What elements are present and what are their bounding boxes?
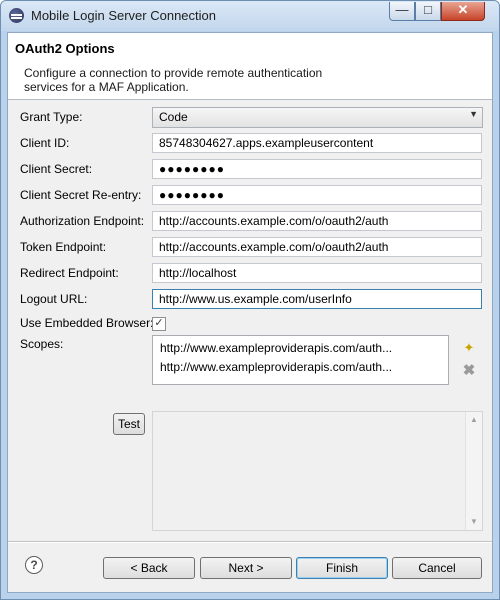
test-output-area[interactable]: ▲ ▼ [152, 411, 483, 531]
embedded-browser-label: Use Embedded Browser: [20, 316, 154, 330]
add-scope-icon[interactable]: ✦ [462, 341, 476, 355]
finish-button[interactable]: Finish [296, 557, 388, 579]
next-button[interactable]: Next > [200, 557, 292, 579]
cancel-button[interactable]: Cancel [392, 557, 482, 579]
scroll-up-icon[interactable]: ▲ [466, 413, 482, 427]
token-endpoint-input[interactable]: http://accounts.example.com/o/oauth2/aut… [152, 237, 482, 257]
wizard-header: OAuth2 Options Configure a connection to… [8, 33, 492, 100]
back-button[interactable]: < Back [103, 557, 195, 579]
page-description: Configure a connection to provide remote… [24, 66, 323, 94]
client-id-input[interactable]: 85748304627.apps.exampleusercontent [152, 133, 482, 153]
client-id-label: Client ID: [20, 136, 70, 150]
redirect-endpoint-input[interactable]: http://localhost [152, 263, 482, 283]
client-secret-reentry-label: Client Secret Re-entry: [20, 188, 142, 202]
close-button[interactable]: ✕ [441, 2, 485, 21]
scopes-label: Scopes: [20, 337, 64, 351]
footer-divider [8, 541, 492, 543]
grant-type-select[interactable]: Code ▼ [152, 107, 483, 128]
token-endpoint-label: Token Endpoint: [20, 240, 107, 254]
help-icon[interactable]: ? [25, 556, 43, 574]
logout-url-input[interactable]: http://www.us.example.com/userInfo [152, 289, 482, 309]
client-secret-label: Client Secret: [20, 162, 93, 176]
window-title: Mobile Login Server Connection [31, 8, 216, 23]
maximize-button[interactable]: □ [415, 2, 441, 21]
test-output-scrollbar[interactable]: ▲ ▼ [465, 412, 482, 530]
chevron-down-icon: ▼ [469, 109, 478, 119]
redirect-endpoint-label: Redirect Endpoint: [20, 266, 119, 280]
minimize-button[interactable]: — [389, 2, 415, 21]
authorization-endpoint-label: Authorization Endpoint: [20, 214, 145, 228]
scope-item[interactable]: http://www.exampleproviderapis.com/auth.… [160, 341, 392, 355]
authorization-endpoint-input[interactable]: http://accounts.example.com/o/oauth2/aut… [152, 211, 482, 231]
test-button[interactable]: Test [113, 413, 145, 435]
grant-type-value: Code [159, 110, 188, 124]
scope-item[interactable]: http://www.exampleproviderapis.com/auth.… [160, 360, 392, 374]
client-secret-input[interactable]: ●●●●●●●● [152, 159, 482, 179]
page-title: OAuth2 Options [15, 41, 115, 56]
client-secret-reentry-input[interactable]: ●●●●●●●● [152, 185, 482, 205]
dialog-window: Mobile Login Server Connection — □ ✕ OAu… [0, 0, 500, 600]
eclipse-app-icon [9, 8, 24, 23]
embedded-browser-checkbox[interactable]: ✓ [152, 317, 166, 331]
title-bar[interactable]: Mobile Login Server Connection — □ ✕ [1, 1, 499, 31]
scopes-list[interactable]: http://www.exampleproviderapis.com/auth.… [152, 335, 449, 385]
dialog-content: OAuth2 Options Configure a connection to… [7, 32, 493, 593]
grant-type-label: Grant Type: [20, 110, 83, 124]
logout-url-label: Logout URL: [20, 292, 88, 306]
remove-scope-icon[interactable]: ✖ [462, 363, 476, 378]
scroll-down-icon[interactable]: ▼ [466, 515, 482, 529]
